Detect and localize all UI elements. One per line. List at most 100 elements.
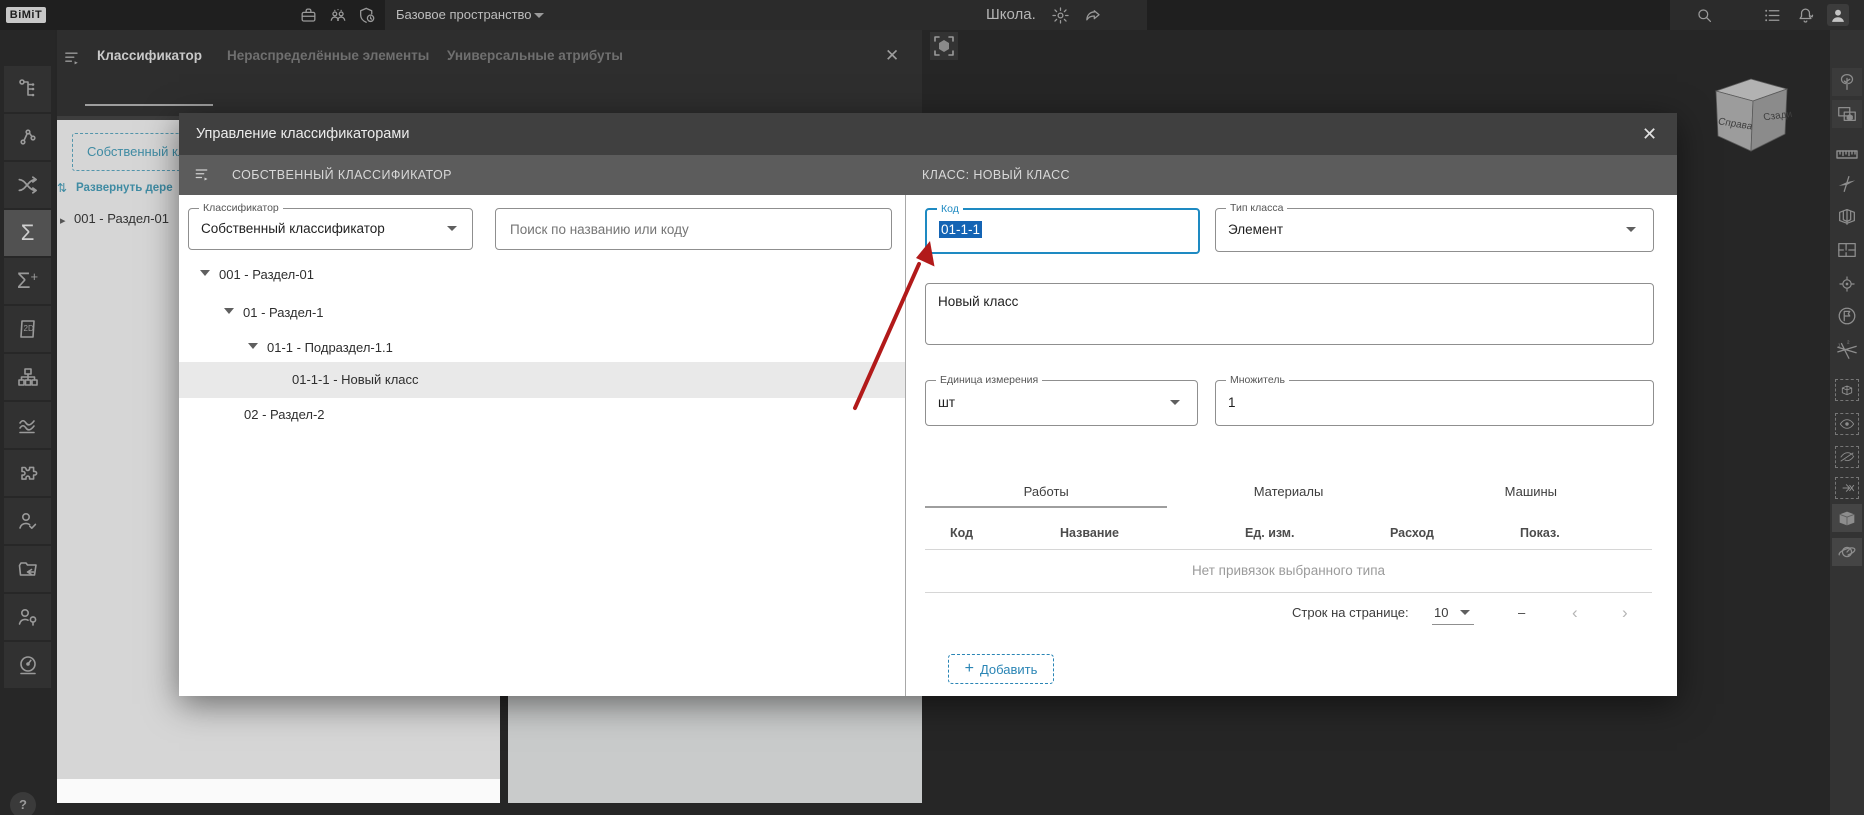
locate-icon[interactable]	[1832, 270, 1862, 298]
panel-close-icon[interactable]: ✕	[885, 46, 899, 66]
tab-machines[interactable]: Машины	[1410, 478, 1652, 508]
tab-classifier-underline	[85, 104, 213, 106]
tab-universal-attributes[interactable]: Универсальные атрибуты	[447, 30, 623, 82]
workspace-selector-label[interactable]: Базовое пространство	[396, 0, 532, 30]
dialog-column-divider	[905, 195, 906, 696]
drawing-2d-icon[interactable]: 2D	[4, 306, 51, 352]
tab-classifier[interactable]: Классификатор	[97, 30, 202, 82]
ghost-box-icon[interactable]	[1832, 376, 1862, 404]
unit-select[interactable]: Единица измерения шт	[925, 374, 1198, 426]
settings-gear-icon[interactable]	[1051, 6, 1070, 25]
app-logo: BiMiT	[6, 7, 46, 23]
classifier-management-dialog: Управление классификаторами ✕ СОБСТВЕННЫ…	[179, 113, 1677, 696]
class-type-select[interactable]: Тип класса Элемент	[1215, 202, 1654, 252]
workspace-caret-icon[interactable]	[534, 13, 544, 18]
code-field[interactable]: Код 01-1-1	[925, 203, 1200, 254]
shuffle-icon[interactable]	[4, 162, 51, 208]
tree-caret-icon[interactable]	[248, 343, 258, 354]
filter-menu-icon[interactable]	[63, 50, 83, 66]
route-points-icon[interactable]	[4, 114, 51, 160]
tab-works[interactable]: Работы	[925, 478, 1168, 508]
hide-icon[interactable]	[1832, 443, 1862, 471]
page-next-icon[interactable]: ›	[1622, 603, 1628, 623]
user-check-icon[interactable]	[4, 498, 51, 544]
tab-materials[interactable]: Материалы	[1167, 478, 1409, 508]
grid-axes-icon[interactable]: 12	[1832, 336, 1862, 364]
share-icon[interactable]	[1084, 6, 1103, 25]
right-toolbar: 12	[1830, 30, 1864, 815]
classifier-select-value: Собственный классификатор	[201, 221, 385, 236]
solid-view-icon[interactable]	[1832, 504, 1862, 532]
multiplier-field[interactable]: Множитель 1	[1215, 374, 1654, 426]
plugin-puzzle-icon[interactable]	[4, 450, 51, 496]
tree-caret-icon[interactable]	[224, 308, 234, 319]
svg-text:2D: 2D	[23, 324, 33, 333]
user-location-icon[interactable]	[4, 594, 51, 640]
unit-value: шт	[938, 395, 956, 410]
tree-item-01-1[interactable]: 01-1 - Подраздел-1.1	[179, 331, 905, 365]
project-title: Школа.	[986, 6, 1036, 23]
folder-share-icon[interactable]	[4, 546, 51, 592]
top-bar: BiMiT Базовое пространство Школа.	[0, 0, 1864, 30]
tab-unallocated-elements[interactable]: Нераспределённые элементы	[227, 30, 429, 82]
tree-caret-icon[interactable]	[200, 270, 210, 281]
code-field-label: Код	[937, 203, 963, 215]
tree-item-01[interactable]: 01 - Раздел-1	[179, 296, 905, 330]
classifier-select-field[interactable]: Классификатор Собственный классификатор	[188, 202, 473, 250]
description-textarea[interactable]: Новый класс	[925, 283, 1654, 345]
right-section-header: КЛАСС: НОВЫЙ КЛАСС	[922, 168, 1070, 182]
shield-user-icon[interactable]	[357, 6, 377, 25]
col-code: Код	[950, 526, 974, 540]
gauge-icon[interactable]	[4, 642, 51, 688]
floor-plan-icon[interactable]	[1832, 236, 1862, 264]
rows-per-page-caret-icon	[1460, 610, 1471, 615]
trend-chart-icon[interactable]	[4, 402, 51, 448]
multiplier-value: 1	[1228, 395, 1236, 410]
col-unit: Ед. изм.	[1245, 526, 1295, 540]
org-chart-icon[interactable]	[4, 354, 51, 400]
page-prev-icon[interactable]: ‹	[1572, 603, 1578, 623]
view-cube[interactable]: Справа Сзади	[1710, 72, 1794, 158]
search-icon[interactable]	[1695, 6, 1714, 25]
bg-tree-item[interactable]: 001 - Раздел-01	[74, 211, 179, 226]
model-tree-icon[interactable]	[4, 66, 51, 112]
team-icon[interactable]	[328, 6, 348, 25]
sum-icon[interactable]: Σ	[4, 210, 51, 256]
focus-view-icon[interactable]	[930, 32, 958, 60]
show-hidden-icon[interactable]	[1832, 410, 1862, 438]
dialog-close-icon[interactable]: ✕	[1642, 123, 1657, 145]
help-button[interactable]: ?	[10, 792, 36, 815]
tree-item-01-1-1-selected[interactable]: 01-1-1 - Новый класс	[179, 362, 905, 398]
col-name: Название	[1060, 526, 1120, 540]
ruler-icon[interactable]	[1832, 140, 1862, 168]
orbit-icon[interactable]	[1832, 538, 1862, 566]
description-value: Новый класс	[938, 294, 1019, 309]
section-box-icon[interactable]	[1832, 202, 1862, 230]
section-plane-icon[interactable]	[1832, 170, 1862, 198]
tree-item-02[interactable]: 02 - Раздел-2	[179, 398, 905, 432]
account-icon[interactable]	[1827, 4, 1849, 26]
expand-tree-link[interactable]: Развернуть дере	[76, 182, 179, 194]
table-empty-state: Нет привязок выбранного типа	[1191, 563, 1386, 578]
flag-icon[interactable]	[1832, 302, 1862, 330]
rows-per-page-select[interactable]: 10	[1432, 605, 1475, 625]
search-input[interactable]	[508, 210, 882, 248]
vegetation-icon[interactable]	[1832, 68, 1862, 96]
notifications-bell-icon[interactable]	[1796, 6, 1815, 25]
class-type-caret-icon	[1626, 227, 1636, 232]
sum-add-icon[interactable]: Σ+	[4, 258, 51, 304]
expand-collapse-icon[interactable]: ⇅	[57, 181, 67, 195]
rows-per-page-label: Строк на странице:	[1292, 605, 1409, 620]
projects-icon[interactable]	[299, 6, 318, 25]
clear-selection-icon[interactable]	[1832, 474, 1862, 502]
list-view-icon[interactable]	[1763, 6, 1782, 25]
dialog-section-band: СОБСТВЕННЫЙ КЛАССИФИКАТОР КЛАСС: НОВЫЙ К…	[179, 155, 1677, 195]
left-section-menu-icon[interactable]	[194, 167, 212, 182]
add-binding-button[interactable]: + Добавить	[948, 654, 1054, 684]
bg-tree-caret-icon[interactable]: ▸	[60, 214, 66, 227]
pagination-range: –	[1518, 605, 1526, 620]
selection-frames-icon[interactable]	[1832, 100, 1862, 128]
tree-item-001[interactable]: 001 - Раздел-01	[179, 258, 905, 292]
classifier-panel-header: Классификатор Нераспределённые элементы …	[57, 30, 922, 146]
code-field-value-selected: 01-1-1	[939, 221, 983, 238]
